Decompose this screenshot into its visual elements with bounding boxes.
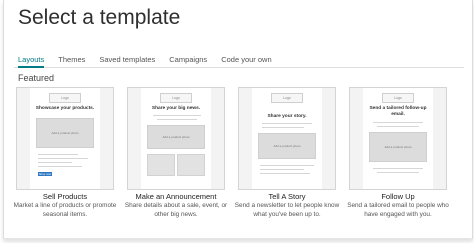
template-card-make-an-announcement[interactable]: Logo Share your big news. Add a product … [127,87,225,190]
preview-headline: Share your story. [267,114,307,119]
template-preview: Logo Share your story. Add a product pho… [252,88,322,189]
image-caption: Add a product photo [384,145,412,149]
preview-headline: Send a tailored follow-up email. [369,106,427,117]
preview-text-line [157,119,197,120]
template-preview: Logo Send a tailored follow-up email. Ad… [363,88,433,189]
preview-text-line [260,169,304,170]
preview-text-line [38,162,72,163]
image-caption: Add a product photo [273,144,301,148]
preview-text-line [38,158,88,159]
active-tab-indicator [18,66,44,68]
preview-image-placeholder: Add a product photo [369,132,427,162]
preview-text-line [260,165,314,166]
tabs-divider [14,67,464,68]
card-title[interactable]: Tell A Story [232,192,342,201]
preview-text-line [377,126,419,127]
preview-text-line [373,168,423,169]
preview-text-line [38,154,78,155]
card-description: Send a newsletter to let people know wha… [234,202,340,218]
preview-text-line [373,122,423,123]
template-picker-window: Select a template Layouts Themes Saved t… [3,0,473,239]
preview-text-line [38,166,82,167]
preview-button: Shop now [38,172,52,176]
preview-image-placeholder: Add a product photo [36,118,94,148]
logo-placeholder: Logo [271,93,303,103]
section-title: Featured [18,73,55,83]
preview-text-line [153,115,201,116]
preview-image-small [147,154,175,176]
template-card-tell-a-story[interactable]: Logo Share your story. Add a product pho… [238,87,336,190]
card-description: Market a line of products or promote sea… [13,202,117,218]
preview-text-line [262,127,304,128]
preview-text-line [260,173,310,174]
preview-text-line [377,172,419,173]
preview-image-small [177,154,205,176]
preview-image-placeholder: Add a product photo [258,133,316,159]
card-description: Send a tailored email to people who have… [347,202,449,218]
card-title[interactable]: Make an Announcement [121,192,231,201]
card-title[interactable]: Follow Up [343,192,453,201]
card-description: Share details about a sale, event, or ot… [124,202,228,218]
page-title: Select a template [18,6,181,29]
preview-text-line [262,123,312,124]
logo-placeholder: Logo [382,93,414,103]
image-caption: Add a product photo [51,131,79,135]
preview-image-placeholder: Add a product photo [147,125,205,149]
template-card-follow-up[interactable]: Logo Send a tailored follow-up email. Ad… [349,87,447,190]
image-caption: Add a product photo [162,135,190,139]
template-preview: Logo Share your big news. Add a product … [141,88,211,189]
logo-placeholder: Logo [160,93,192,103]
card-title[interactable]: Sell Products [10,192,120,201]
preview-headline: Share your big news. [151,106,201,111]
logo-placeholder: Logo [49,93,81,103]
template-preview: Logo Showcase your products. Add a produ… [30,88,100,189]
template-card-sell-products[interactable]: Logo Showcase your products. Add a produ… [16,87,114,190]
preview-headline: Showcase your products. [35,106,95,111]
